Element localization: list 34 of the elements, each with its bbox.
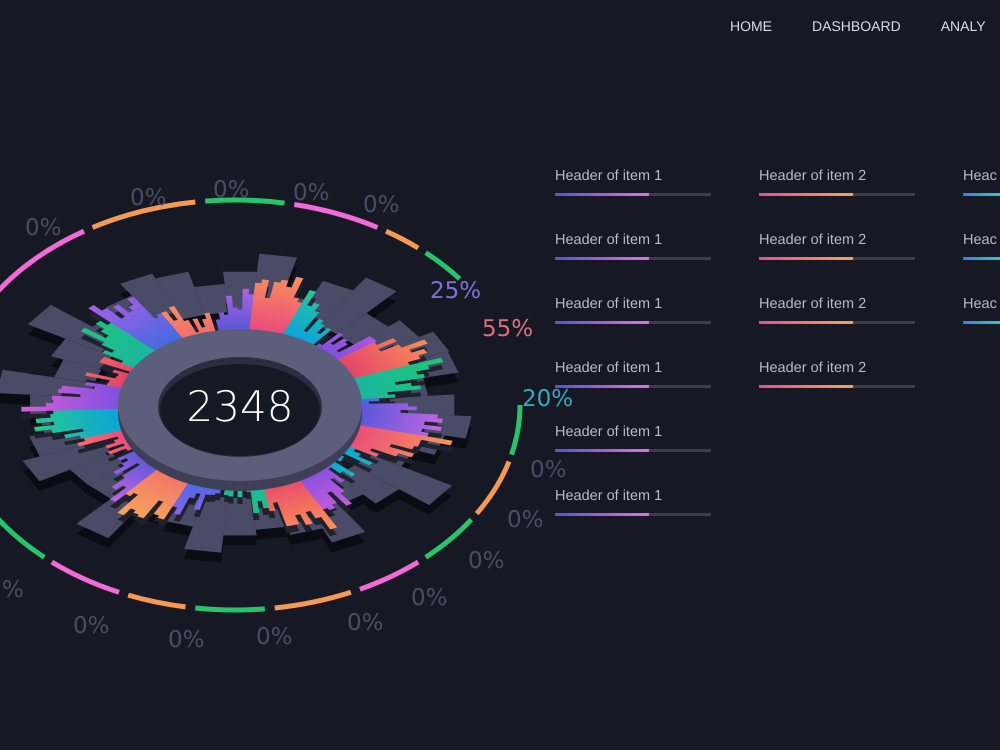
- item-header: Heac: [963, 295, 997, 313]
- item-header: Header of item 1: [555, 167, 662, 185]
- item-header: Header of item 2: [759, 359, 866, 377]
- nav-link[interactable]: DASHBOARD: [812, 17, 901, 50]
- percent-label: 55%: [482, 316, 534, 342]
- percent-label: 0%: [507, 507, 544, 533]
- percent-label: 0%: [25, 215, 62, 241]
- percent-label: 0%: [130, 185, 166, 211]
- percent-label: 25%: [430, 278, 482, 304]
- percent-label: %: [2, 577, 24, 603]
- nav-link[interactable]: ANALY: [940, 17, 986, 50]
- nav-link[interactable]: HOME: [730, 17, 772, 50]
- item-header: Header of item 1: [555, 487, 662, 505]
- percent-label: 20%: [522, 386, 574, 412]
- item-header: Heac: [963, 231, 997, 249]
- item-header: Header of item 2: [759, 167, 866, 185]
- item-header: Header of item 2: [759, 295, 866, 313]
- item-header: Header of item 1: [555, 295, 662, 313]
- percent-label: 0%: [411, 585, 448, 611]
- percent-label: 0%: [168, 627, 204, 653]
- item-header: Header of item 1: [555, 359, 662, 377]
- item-header: Header of item 1: [555, 423, 662, 441]
- percent-label: 0%: [347, 610, 384, 636]
- percent-label: 0%: [468, 548, 504, 574]
- item-header: Header of item 2: [759, 231, 866, 249]
- total-value: 2348: [186, 382, 294, 431]
- percent-label: 0%: [73, 613, 110, 639]
- percent-label: 0%: [293, 180, 330, 206]
- percent-label: 0%: [363, 192, 400, 218]
- percent-label: 0%: [213, 177, 250, 203]
- percent-label: 0%: [530, 457, 566, 483]
- item-header: Header of item 1: [555, 231, 662, 249]
- percent-label: 0%: [256, 624, 292, 650]
- item-header: Heac: [963, 167, 997, 185]
